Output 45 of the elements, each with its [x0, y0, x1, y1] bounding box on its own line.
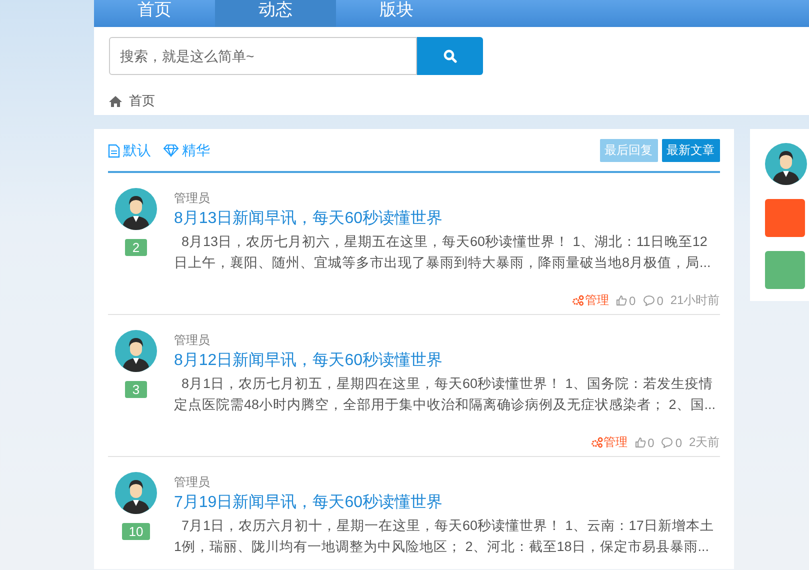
count-badge: 2 [125, 239, 147, 256]
nav-tab[interactable]: 首页 [94, 0, 215, 27]
author-name: 管理员 [174, 332, 211, 349]
comment-icon [642, 295, 655, 306]
post-excerpt: 7月1日，农历六月初十，星期一在这里，每天60秒读懂世界！ 1、云南：17日新增本土1例，瑞丽、陇川均有一地调整为中风险地区； 2、河北：截至18日，保定市易县暴雨... [174, 517, 715, 556]
post-time: 21小时前 [670, 292, 720, 309]
nav-tab[interactable]: 动态 [215, 0, 336, 27]
avatar-icon [115, 188, 157, 230]
filter-link[interactable]: 精华 [163, 142, 210, 160]
home-icon [109, 96, 122, 106]
post-excerpt: 8月13日，农历七月初六，星期五在这里，每天60秒读懂世界！ 1、湖北：11日晚至12日上午，襄阳、随州、宜城等多市出现了暴雨到特大暴雨，降雨量破当地8月极值，局... [174, 233, 712, 272]
post-title-link[interactable]: 7月19日新闻早讯，每天60秒读懂世界 [174, 492, 720, 513]
breadcrumb-link[interactable]: 首页 [129, 92, 155, 110]
avatar-icon [115, 472, 157, 514]
nav-tab[interactable]: 版块 [336, 0, 457, 27]
post-excerpt: 8月1日，农历七月初五，星期四在这里，每天60秒读懂世界！ 1、国务院：若发生疫情定点医院需48小时内腾空，全部用于集中收治和隔离确诊病例及无症状感染者； 2、国... [174, 375, 717, 414]
search-field[interactable]: 搜索，就是这么简单~ [109, 37, 417, 75]
thumbs-up-icon [616, 295, 627, 306]
like-count: 0 [648, 436, 654, 450]
comment-icon [661, 437, 674, 448]
post-title-link[interactable]: 8月13日新闻早讯，每天60秒读懂世界 [174, 208, 720, 229]
avatar-icon [115, 330, 157, 372]
count-badge: 10 [122, 523, 150, 540]
gears-icon [590, 437, 603, 448]
author-name: 管理员 [174, 474, 211, 491]
sort-button[interactable]: 最后回复 [600, 139, 658, 162]
post-title-link[interactable]: 8月12日新闻早讯，每天60秒读懂世界 [174, 350, 720, 371]
sidebar-button[interactable] [764, 199, 805, 237]
manage-link[interactable]: 管理 [572, 292, 609, 309]
search-icon [443, 49, 457, 63]
count-badge: 3 [125, 381, 147, 398]
sidebar-button[interactable] [764, 251, 805, 289]
thumbs-up-icon [634, 437, 646, 448]
post-time: 2天前 [689, 434, 720, 451]
document-icon [108, 144, 120, 158]
sort-button[interactable]: 最新文章 [662, 139, 720, 162]
search-button[interactable] [417, 37, 483, 75]
like-count: 0 [629, 294, 636, 308]
comment-count: 0 [656, 294, 664, 308]
gears-icon [572, 295, 584, 306]
diamond-icon [163, 144, 179, 157]
filter-link[interactable]: 默认 [108, 142, 151, 160]
author-name: 管理员 [174, 190, 211, 207]
manage-link[interactable]: 管理 [590, 434, 628, 451]
comment-count: 0 [675, 436, 682, 450]
